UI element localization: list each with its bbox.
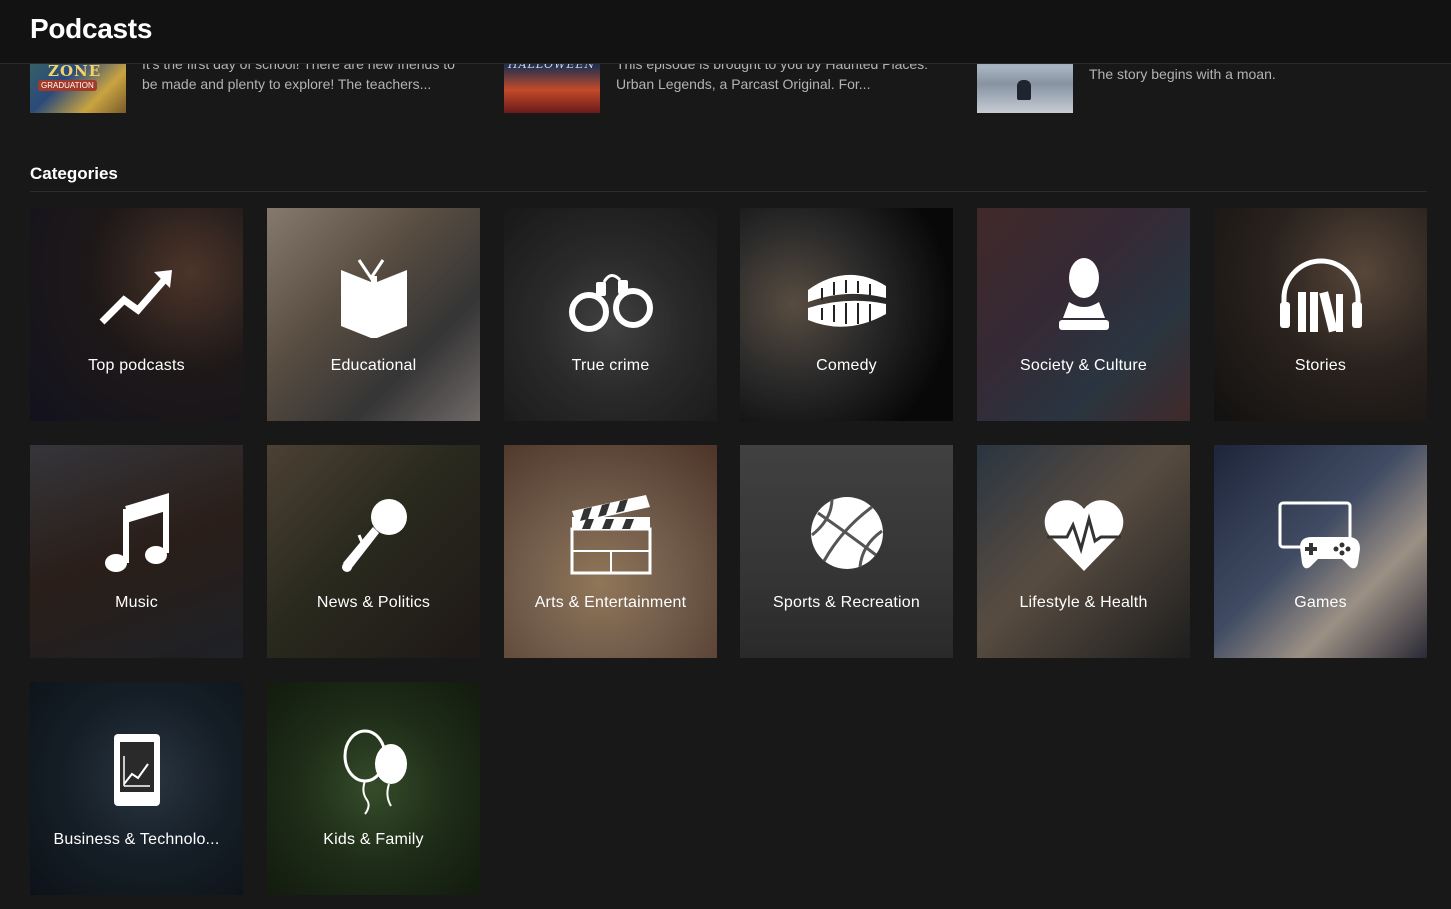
category-kids-family[interactable]: Kids & Family [267, 682, 480, 895]
page-header: Podcasts [0, 0, 1451, 64]
category-music[interactable]: Music [30, 445, 243, 658]
category-sports-recreation[interactable]: Sports & Recreation [740, 445, 953, 658]
divider [30, 191, 1427, 192]
bust-icon [1039, 252, 1129, 342]
thumbnail-title: ZONE [48, 62, 102, 80]
thumbnail-figure [1017, 80, 1031, 100]
tablet-chart-icon [92, 726, 182, 816]
category-top-podcasts[interactable]: Top podcasts [30, 208, 243, 421]
clapperboard-icon [566, 489, 656, 579]
category-lifestyle-health[interactable]: Lifestyle & Health [977, 445, 1190, 658]
category-label: Sports & Recreation [773, 594, 920, 611]
categories-heading: Categories [30, 164, 118, 183]
category-society-culture[interactable]: Society & Culture [977, 208, 1190, 421]
category-label: Music [115, 594, 158, 611]
category-label: Top podcasts [88, 357, 185, 374]
category-business-technology[interactable]: Business & Technolo... [30, 682, 243, 895]
category-label: Comedy [816, 357, 877, 374]
category-true-crime[interactable]: True crime [504, 208, 717, 421]
book-icon [329, 252, 419, 342]
episode-description: The story begins with a moan. [1089, 66, 1276, 82]
category-arts-entertainment[interactable]: Arts & Entertainment [504, 445, 717, 658]
category-label: Educational [330, 357, 417, 374]
category-label: Lifestyle & Health [1019, 594, 1148, 611]
category-stories[interactable]: Stories [1214, 208, 1427, 421]
balloons-icon [329, 726, 419, 816]
page-title: Podcasts [30, 13, 153, 44]
handcuffs-icon [566, 252, 656, 342]
category-label: Games [1294, 594, 1347, 611]
headphones-books-icon [1276, 252, 1366, 342]
category-educational[interactable]: Educational [267, 208, 480, 421]
microphone-icon [329, 489, 419, 579]
category-label: Kids & Family [323, 831, 424, 848]
category-news-politics[interactable]: News & Politics [267, 445, 480, 658]
gamepad-icon [1276, 489, 1366, 579]
trending-up-icon [92, 252, 182, 342]
category-label: Business & Technolo... [53, 831, 220, 848]
category-games[interactable]: Games [1214, 445, 1427, 658]
category-label: Stories [1294, 357, 1347, 374]
basketball-icon [802, 489, 892, 579]
category-comedy[interactable]: Comedy [740, 208, 953, 421]
category-label: News & Politics [316, 594, 431, 611]
category-label: Arts & Entertainment [534, 594, 687, 611]
category-label: True crime [571, 357, 650, 374]
thumbnail-subtitle: GRADUATION [38, 80, 97, 91]
category-label: Society & Culture [1019, 357, 1147, 374]
music-note-icon [92, 489, 182, 579]
heartbeat-icon [1039, 489, 1129, 579]
chattering-teeth-icon [802, 252, 892, 342]
